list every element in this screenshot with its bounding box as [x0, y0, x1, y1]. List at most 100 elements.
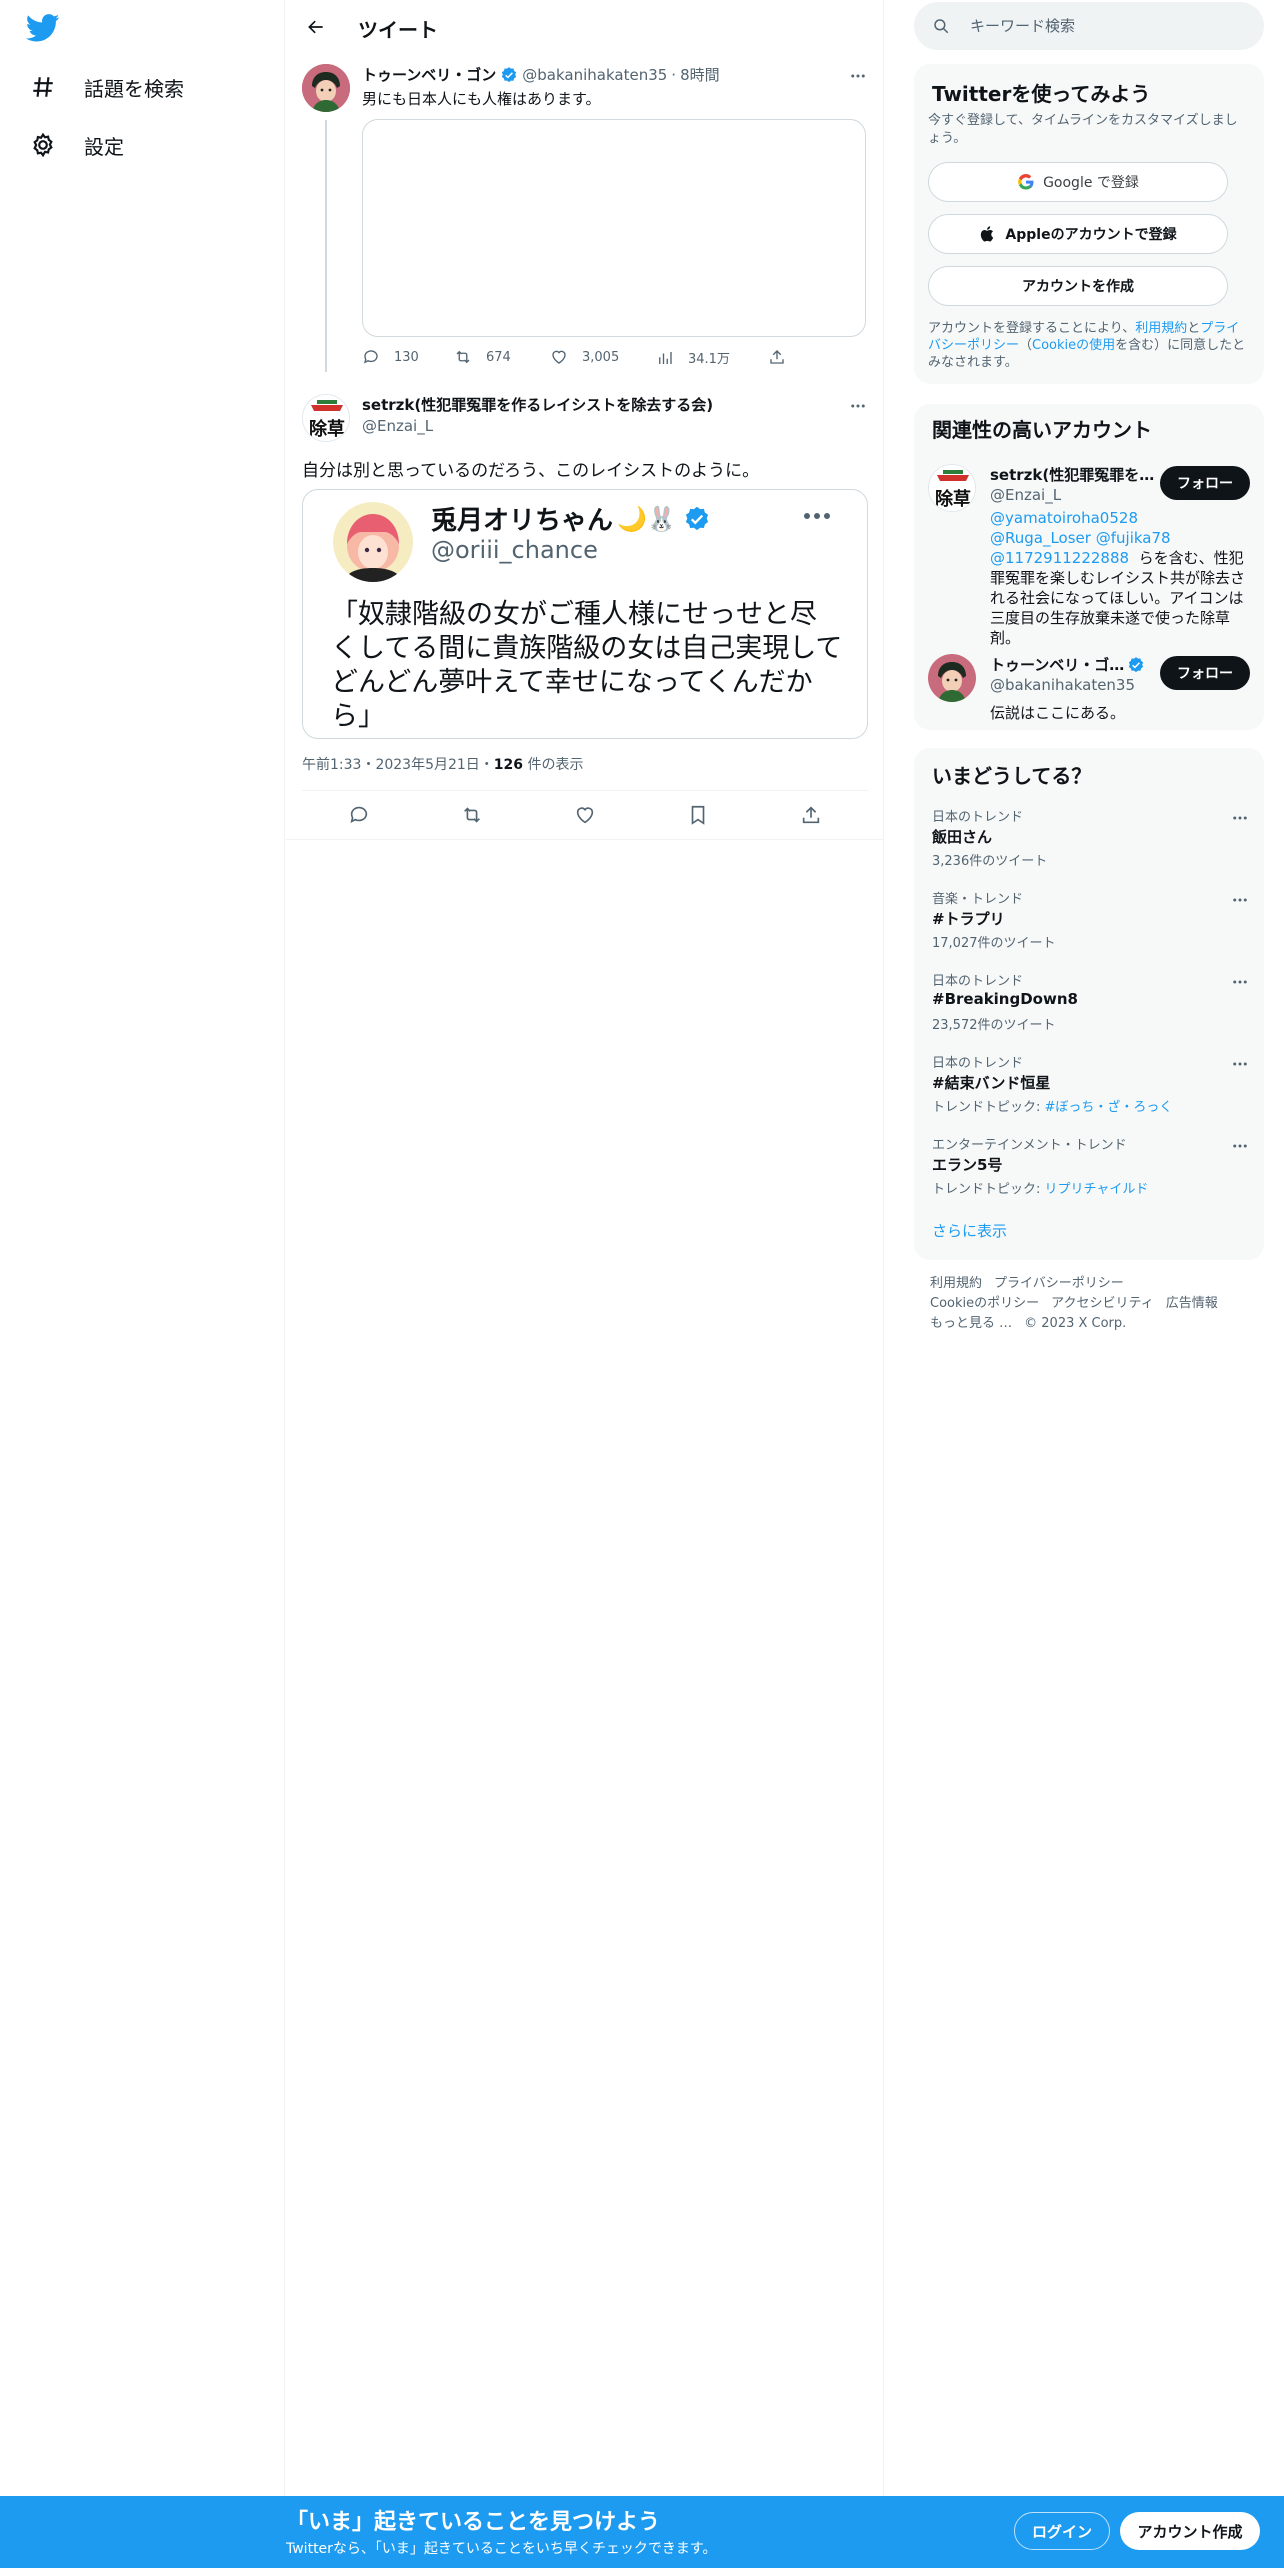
- follow-button[interactable]: フォロー: [1160, 656, 1250, 690]
- trend-topic-link[interactable]: #ぼっち・ざ・ろっく: [1045, 1100, 1173, 1115]
- avatar[interactable]: [302, 64, 350, 112]
- google-signup-label: Google で登録: [1043, 175, 1139, 191]
- follow-button[interactable]: フォロー: [1160, 466, 1250, 500]
- account-bio: @yamatoiroha0528 @Ruga_Loser @fujika78 @…: [990, 509, 1246, 647]
- trend-category: 日本のトレンド: [932, 974, 1024, 989]
- tweet-timestamp[interactable]: 午前1:33・2023年5月21日・: [302, 757, 494, 773]
- create-account-button[interactable]: アカウントを作成: [928, 266, 1228, 306]
- account-name: setrzk(性犯罪冤罪を…: [990, 466, 1155, 484]
- more-dots-icon: [851, 404, 865, 408]
- tweet-actions: [302, 791, 868, 839]
- more-options-button[interactable]: [846, 64, 870, 88]
- reply-button[interactable]: 130: [362, 348, 419, 366]
- share-button[interactable]: [768, 348, 800, 366]
- author-handle[interactable]: @Enzai_L: [362, 417, 433, 435]
- trend-item[interactable]: エンターテインメント・トレンド エラン5号 トレンドトピック: リプリチャイルド: [914, 1134, 1264, 1216]
- tweet-time[interactable]: 8時間: [680, 64, 720, 85]
- trend-item[interactable]: 日本のトレンド #結束バンド恒星 トレンドトピック: #ぼっち・ざ・ろっく: [914, 1052, 1264, 1134]
- trend-count: 23,572件のツイート: [932, 1018, 1056, 1033]
- retweet-icon[interactable]: [461, 804, 483, 826]
- nav-settings-label: 設定: [84, 134, 124, 159]
- cookie-link[interactable]: Cookieの使用: [1032, 338, 1115, 353]
- more-dots-icon: [1233, 898, 1247, 902]
- search-box[interactable]: [914, 2, 1264, 50]
- author-handle[interactable]: @bakanihakaten35: [522, 66, 667, 84]
- retweet-button[interactable]: 674: [454, 348, 511, 366]
- media-container[interactable]: [362, 119, 866, 337]
- search-input[interactable]: [970, 6, 1240, 46]
- signup-button[interactable]: アカウント作成: [1120, 2512, 1260, 2550]
- bookmark-icon[interactable]: [687, 804, 709, 826]
- trend-topic-link[interactable]: リプリチャイルド: [1045, 1182, 1149, 1197]
- nav-explore-label: 話題を検索: [84, 76, 184, 101]
- footer-link[interactable]: Cookieのポリシー: [930, 1296, 1039, 1311]
- account-handle: @bakanihakaten35: [990, 676, 1136, 694]
- signup-title: Twitterを使ってみよう: [932, 82, 1151, 106]
- related-account[interactable]: 除草 setrzk(性犯罪冤罪を… @Enzai_L フォロー @yamatoi…: [914, 460, 1264, 647]
- trend-name: エラン5号: [932, 1156, 1003, 1174]
- more-dots-icon: [1233, 980, 1247, 984]
- account-handle: @Enzai_L: [990, 486, 1062, 504]
- footer-link[interactable]: プライバシーポリシー: [994, 1276, 1124, 1291]
- login-button[interactable]: ログイン: [1014, 2512, 1110, 2550]
- like-count: 3,005: [582, 349, 620, 365]
- reply-icon[interactable]: [348, 804, 370, 826]
- trend-category: 音楽・トレンド: [932, 892, 1024, 907]
- trend-more-button[interactable]: [1228, 970, 1252, 994]
- signup-box: Twitterを使ってみよう 今すぐ登録して、タイムラインをカスタマイズしましょ…: [914, 64, 1264, 384]
- bottom-bar-title: 「いま」起きていることを見つけよう: [286, 2510, 661, 2535]
- show-more-link[interactable]: さらに表示: [932, 1220, 1007, 1241]
- nav-explore[interactable]: 話題を検索: [30, 67, 184, 107]
- heart-icon[interactable]: [574, 804, 596, 826]
- mention-link[interactable]: @yamatoiroha0528: [990, 509, 1138, 527]
- views-count: 34.1万: [688, 352, 730, 367]
- mention-link[interactable]: @1172911222888: [990, 549, 1129, 567]
- parent-tweet[interactable]: トゥーンベリ・ゴン @bakanihakaten35 · 8時間 男にも日本人に…: [286, 56, 884, 376]
- footer-link[interactable]: 広告情報: [1166, 1296, 1218, 1311]
- more-options-button[interactable]: [846, 394, 870, 418]
- signup-subtitle: 今すぐ登録して、タイムラインをカスタマイズしましょう。: [928, 113, 1238, 146]
- trend-item[interactable]: 音楽・トレンド #トラプリ 17,027件のツイート: [914, 888, 1264, 970]
- footer-link[interactable]: アクセシビリティ: [1051, 1296, 1154, 1311]
- footer-link[interactable]: 利用規約: [930, 1276, 982, 1291]
- nav-settings[interactable]: 設定: [30, 125, 124, 165]
- trends-title: いまどうしてる？: [932, 764, 1092, 788]
- author-name[interactable]: setrzk(性犯罪冤罪を作るレイシストを除去する会): [362, 394, 713, 415]
- back-button[interactable]: [302, 13, 330, 41]
- mention-link[interactable]: @Ruga_Loser: [990, 529, 1091, 547]
- retweet-icon: [456, 350, 470, 364]
- trend-name: #BreakingDown8: [932, 990, 1078, 1008]
- tweet-meta: 午前1:33・2023年5月21日・126 件の表示: [302, 754, 583, 774]
- related-account[interactable]: トゥーンベリ・ゴ… @bakanihakaten35 フォロー 伝説はここにある…: [914, 650, 1264, 722]
- trend-item[interactable]: 日本のトレンド #BreakingDown8 23,572件のツイート: [914, 970, 1264, 1052]
- trend-more-button[interactable]: [1228, 1052, 1252, 1076]
- trend-more-button[interactable]: [1228, 888, 1252, 912]
- avatar[interactable]: 除草: [928, 464, 976, 512]
- avatar[interactable]: [928, 654, 976, 702]
- avatar[interactable]: 除草: [302, 394, 350, 442]
- trend-more-button[interactable]: [1228, 1134, 1252, 1158]
- mention-link[interactable]: @fujika78: [1096, 529, 1171, 547]
- author-name[interactable]: トゥーンベリ・ゴン: [362, 64, 496, 85]
- apple-icon: [981, 226, 994, 242]
- apple-signup-button[interactable]: Appleのアカウントで登録: [928, 214, 1228, 254]
- footer-link[interactable]: もっと見る …: [930, 1316, 1012, 1331]
- trend-category: 日本のトレンド: [932, 810, 1024, 825]
- embedded-image[interactable]: 兎月オリちゃん 🌙🐰 @oriii_chance 「奴隷階級の女がご種人様にせっ…: [302, 489, 868, 739]
- apple-signup-label: Appleのアカウントで登録: [1005, 227, 1177, 243]
- google-signup-button[interactable]: Google で登録: [928, 162, 1228, 202]
- separator-dot: ·: [671, 65, 677, 84]
- terms-link[interactable]: 利用規約: [1135, 321, 1187, 336]
- trend-item[interactable]: 日本のトレンド 飯田さん 3,236件のツイート: [914, 806, 1264, 888]
- page-title: ツイート: [358, 18, 438, 42]
- trend-more-button[interactable]: [1228, 806, 1252, 830]
- create-account-label: アカウントを作成: [1022, 279, 1134, 295]
- views-button[interactable]: 34.1万: [656, 348, 730, 367]
- share-icon[interactable]: [800, 804, 822, 826]
- trend-topic: トレンドトピック: #ぼっち・ざ・ろっく: [932, 1100, 1173, 1115]
- avatar-text: 除草: [935, 488, 971, 510]
- avatar-text: 除草: [309, 418, 345, 440]
- page-header: ツイート: [286, 0, 884, 54]
- like-button[interactable]: 3,005: [550, 348, 619, 366]
- twitter-logo-icon[interactable]: [25, 14, 62, 44]
